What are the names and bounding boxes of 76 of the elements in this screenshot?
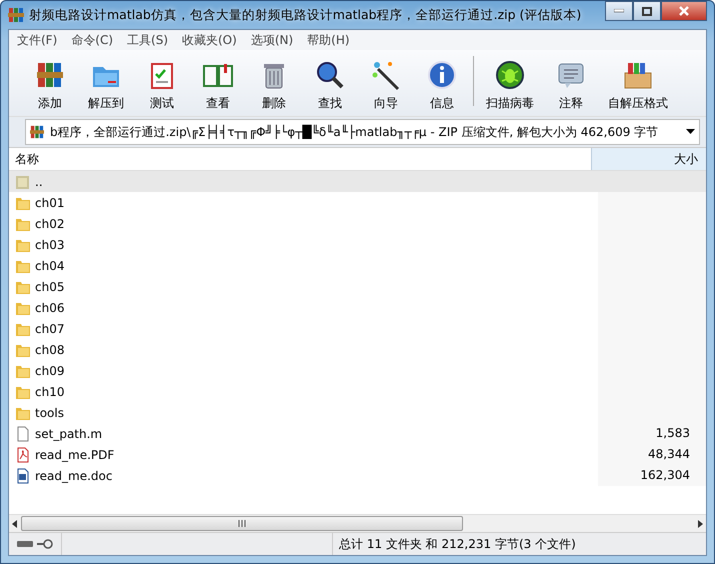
file-row[interactable]: ch05	[9, 276, 706, 297]
file-name: ch05	[35, 280, 64, 294]
info-icon	[426, 59, 458, 91]
file-row[interactable]: ch08	[9, 339, 706, 360]
menu-item[interactable]: 收藏夹(O)	[176, 30, 243, 50]
file-row[interactable]: tools	[9, 402, 706, 423]
status-text: 总计 11 文件夹 和 212,231 字节(3 个文件)	[338, 536, 576, 552]
toolbar-button[interactable]: 注释	[546, 59, 596, 112]
toolbar-button[interactable]: 解压到	[81, 59, 131, 112]
wand-icon	[370, 59, 402, 91]
dropdown-caret-icon[interactable]	[686, 129, 695, 135]
file-size: 1,583	[656, 426, 690, 440]
column-header[interactable]: 大小	[591, 148, 706, 170]
file-size: 48,344	[648, 447, 690, 461]
scroll-right-icon[interactable]	[696, 520, 704, 528]
path-field[interactable]: b程序，全部运行通过.zip\╔Σ╞╡╡τ┬╖╔Φ╝╞└φ┬█╚δ╙a╙├matlab╖┬╒µ - ZIP 压缩文件, 解包大小为 462,609 字节	[25, 119, 700, 145]
menu-item[interactable]: 帮助(H)	[301, 30, 356, 50]
file-name: ch08	[35, 342, 64, 356]
scroll-left-icon[interactable]	[11, 520, 19, 528]
menu-item[interactable]: 命令(C)	[65, 30, 120, 50]
file-name: ..	[35, 174, 43, 188]
file-row[interactable]: ch01	[9, 192, 706, 213]
toolbar-button[interactable]: 测试	[137, 59, 187, 112]
file-row[interactable]: ch10	[9, 381, 706, 402]
file-name: ch06	[35, 300, 64, 314]
toolbar-button[interactable]: 删除	[249, 59, 299, 112]
file-name: ch04	[35, 258, 64, 272]
file-row[interactable]: read_me.doc 162,304	[9, 465, 706, 486]
menu-item[interactable]: 文件(F)	[11, 30, 64, 50]
file-name: ch09	[35, 364, 64, 378]
close-icon	[679, 6, 689, 16]
file-row[interactable]: ch06	[9, 297, 706, 318]
file-name: tools	[35, 406, 64, 420]
search-icon	[314, 59, 346, 91]
scrollbar-thumb[interactable]	[21, 516, 463, 531]
file-row[interactable]: ch07	[9, 318, 706, 339]
archive-icon	[30, 125, 44, 139]
file-name: ch01	[35, 196, 64, 210]
maximize-button[interactable]	[633, 1, 661, 21]
file-name: ch02	[35, 216, 64, 230]
file-row[interactable]: ch09	[9, 360, 706, 381]
file-name: set_path.m	[35, 426, 102, 440]
pdf-file-icon	[15, 446, 31, 462]
file-name: read_me.doc	[35, 468, 112, 482]
toolbar-button[interactable]: 查看	[193, 59, 243, 112]
file-icon	[15, 426, 31, 442]
file-row[interactable]: ch02	[9, 213, 706, 234]
close-button[interactable]	[661, 1, 707, 21]
column-header[interactable]: 名称	[9, 148, 591, 170]
archive-app-icon	[8, 7, 24, 23]
window-title: 射频电路设计matlab仿真，包含大量的射频电路设计matlab程序，全部运行通过.zip (评估版本)	[29, 6, 582, 24]
file-row[interactable]: read_me.PDF 48,344	[9, 444, 706, 465]
toolbar-button[interactable]: 自解压格式	[602, 59, 674, 112]
file-row[interactable]: ch03	[9, 234, 706, 255]
toolbar-button[interactable]: 查找	[305, 59, 355, 112]
file-name: ch07	[35, 322, 64, 336]
bug-icon	[494, 59, 526, 91]
toolbar-button[interactable]: 向导	[361, 59, 411, 112]
file-size: 162,304	[640, 468, 690, 482]
file-row[interactable]: ch04	[9, 255, 706, 276]
drive-icon	[17, 540, 33, 548]
maximize-icon	[642, 6, 652, 16]
menu-item[interactable]: 选项(N)	[244, 30, 300, 50]
key-icon	[37, 539, 53, 549]
file-name: ch03	[35, 238, 64, 252]
minimize-icon	[614, 9, 624, 13]
file-name: ch10	[35, 384, 64, 398]
file-row[interactable]: set_path.m 1,583	[9, 423, 706, 444]
document-file-icon	[15, 468, 31, 484]
file-name: read_me.PDF	[35, 448, 114, 462]
toolbar-button[interactable]: 信息	[417, 59, 467, 112]
grip-icon	[238, 520, 246, 527]
toolbar-button[interactable]: 扫描病毒	[480, 59, 540, 112]
minimize-button[interactable]	[605, 1, 633, 21]
menu-item[interactable]: 工具(S)	[121, 30, 174, 50]
toolbar-button[interactable]: 添加	[25, 59, 75, 112]
